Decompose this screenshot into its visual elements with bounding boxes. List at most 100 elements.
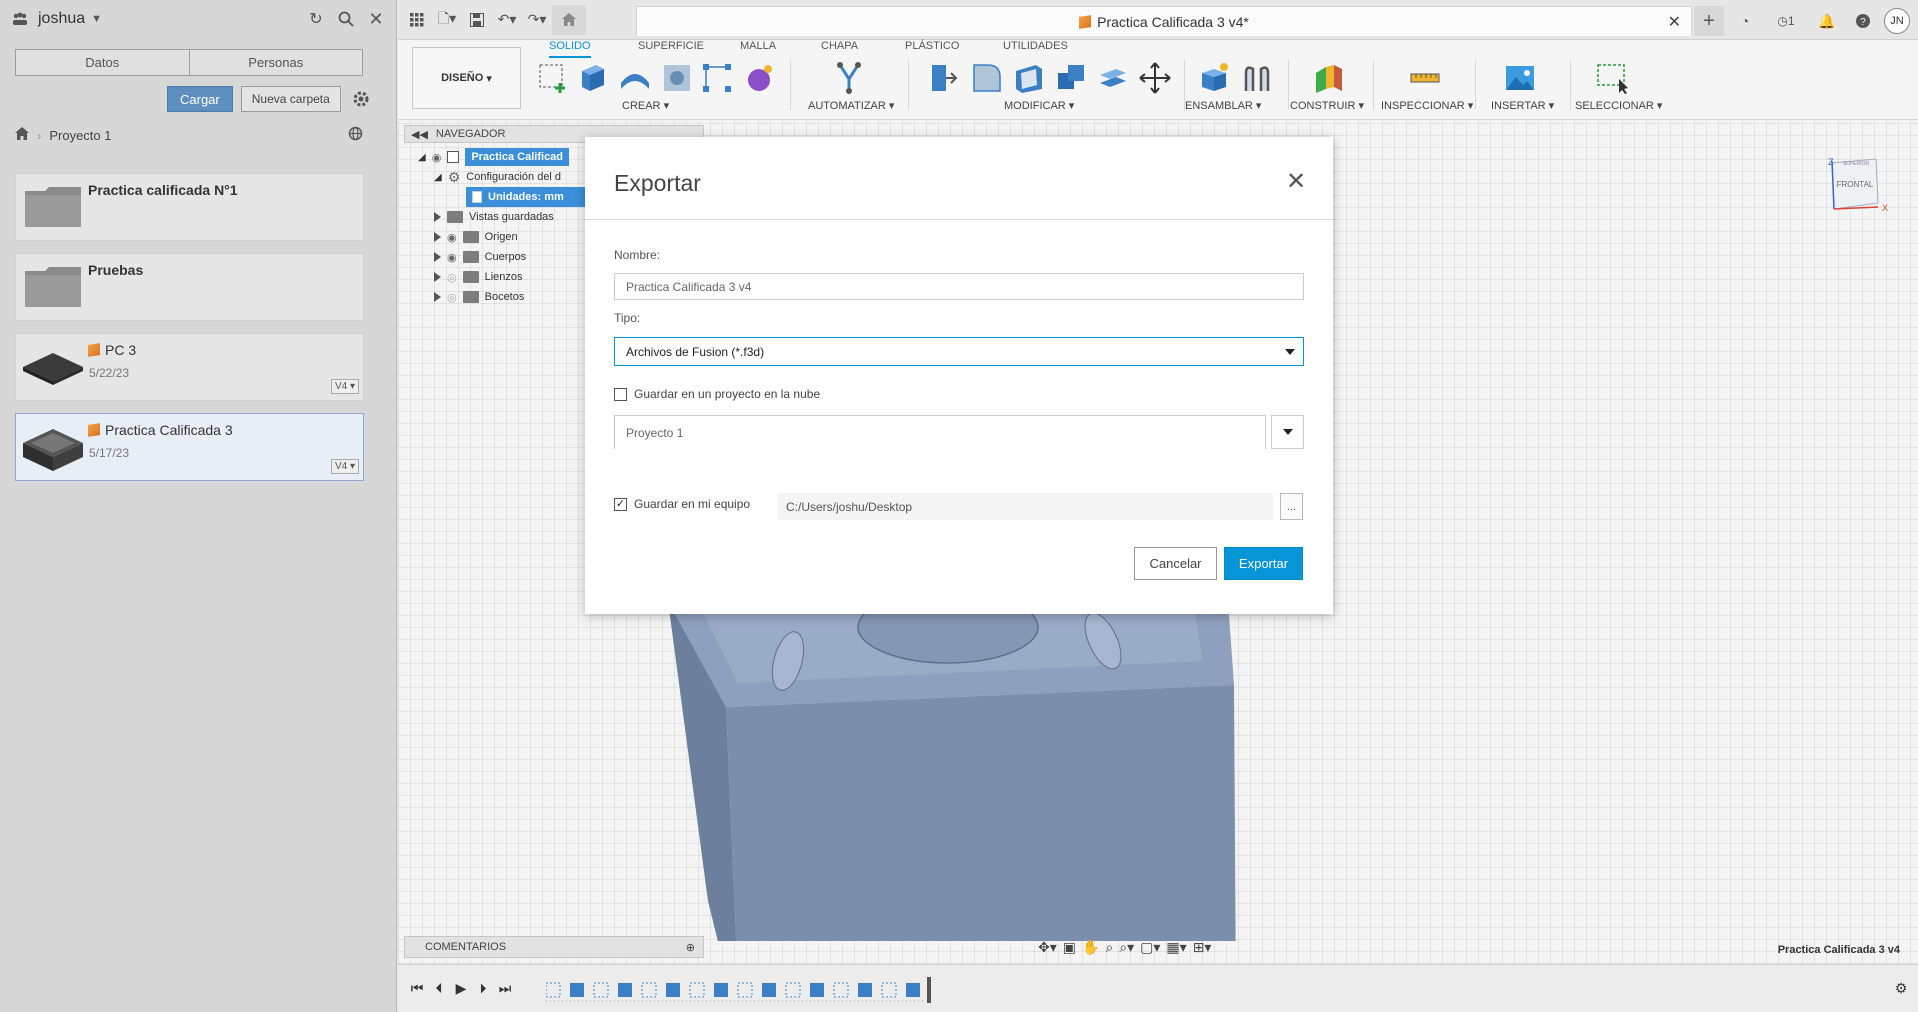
cloud-project-dropdown[interactable] <box>1271 415 1304 449</box>
create-sketch-icon[interactable] <box>536 61 570 95</box>
press-pull-icon[interactable] <box>926 61 960 95</box>
expand-triangle-icon[interactable] <box>434 232 441 242</box>
group-crear[interactable]: CREAR ▾ <box>622 99 669 112</box>
eye-icon[interactable]: ◉ <box>447 251 457 264</box>
play-icon[interactable]: ▶ <box>452 979 470 997</box>
list-item[interactable]: Pruebas <box>15 253 364 321</box>
zoom-icon[interactable]: ⌕ <box>1105 939 1113 956</box>
workspace-switcher[interactable]: DISEÑO ▾ <box>412 47 521 109</box>
nav-root-row[interactable]: ◢ ◉ Practica Calificad <box>418 147 570 167</box>
expanded-triangle-icon[interactable]: ◢ <box>434 172 442 183</box>
tab-plastico[interactable]: PLÁSTICO <box>905 40 959 58</box>
extrude-icon[interactable] <box>576 61 610 95</box>
tab-superficie[interactable]: SUPERFICIE <box>638 40 704 58</box>
move-icon[interactable] <box>1138 61 1172 95</box>
offset-plane-icon[interactable] <box>1312 61 1346 95</box>
expanded-triangle-icon[interactable]: ◢ <box>418 152 426 163</box>
group-construir[interactable]: CONSTRUIR ▾ <box>1290 99 1364 112</box>
group-automatizar[interactable]: AUTOMATIZAR ▾ <box>808 99 894 112</box>
eye-icon[interactable]: ◉ <box>432 151 442 164</box>
local-save-checkbox[interactable]: ✓ <box>614 497 627 511</box>
extensions-icon[interactable]: ◔ <box>1730 6 1760 36</box>
model-body[interactable] <box>648 601 1248 941</box>
help-icon[interactable]: ? <box>1848 6 1878 36</box>
home-tab-icon[interactable] <box>552 4 586 35</box>
revolve-icon[interactable] <box>618 61 652 95</box>
orbit-icon[interactable]: ✥▾ <box>1038 939 1057 956</box>
step-back-icon[interactable]: ⏴ <box>430 979 448 997</box>
close-tab-icon[interactable]: ✕ <box>1668 12 1681 32</box>
group-ensamblar[interactable]: ENSAMBLAR ▾ <box>1185 99 1261 112</box>
group-inspeccionar[interactable]: INSPECCIONAR ▾ <box>1381 99 1473 112</box>
create-form-icon[interactable] <box>742 61 776 95</box>
viewports-icon[interactable]: ⊞▾ <box>1193 939 1212 956</box>
close-icon[interactable]: ✕ <box>1285 170 1307 194</box>
group-modificar[interactable]: MODIFICAR ▾ <box>1004 99 1074 112</box>
chevron-down-icon[interactable]: ▼ <box>91 13 102 25</box>
cancel-button[interactable]: Cancelar <box>1134 547 1217 580</box>
nav-row[interactable]: Vistas guardadas <box>434 207 554 227</box>
fit-icon[interactable]: ⌕▾ <box>1119 939 1134 956</box>
globe-settings-icon[interactable] <box>348 126 363 144</box>
display-settings-icon[interactable]: ▢▾ <box>1140 939 1160 956</box>
tab-personas[interactable]: Personas <box>188 50 362 75</box>
hole-icon[interactable] <box>660 61 694 95</box>
tab-malla[interactable]: MALLA <box>740 40 776 58</box>
version-dropdown[interactable]: V4 ▾ <box>330 379 359 394</box>
add-comment-icon[interactable]: ⊕ <box>686 941 695 954</box>
file-menu-icon[interactable]: 🗋▾ <box>432 5 462 35</box>
step-forward-icon[interactable]: ⏵ <box>474 979 492 997</box>
measure-icon[interactable] <box>1408 61 1442 95</box>
eye-hidden-icon[interactable]: ◎ <box>447 291 457 304</box>
tab-chapa[interactable]: CHAPA <box>821 40 858 58</box>
nav-row[interactable]: ◎ Lienzos <box>434 267 523 287</box>
expand-triangle-icon[interactable] <box>434 212 441 222</box>
upload-button[interactable]: Cargar <box>167 86 233 112</box>
list-item[interactable]: Practica Calificada 3 5/17/23 V4 ▾ <box>15 413 364 481</box>
timeline-settings-icon[interactable]: ⚙ <box>1892 979 1910 997</box>
select-box-icon[interactable] <box>1595 61 1629 95</box>
undo-icon[interactable]: ↶▾ <box>492 5 522 35</box>
name-input[interactable]: Practica Calificada 3 v4 <box>614 273 1304 300</box>
nav-config-row[interactable]: ◢ ⚙ Configuración del d <box>434 167 561 187</box>
cloud-project-field[interactable]: Proyecto 1 <box>614 415 1266 449</box>
combine-icon[interactable] <box>1054 61 1088 95</box>
close-icon[interactable]: ✕ <box>364 7 388 31</box>
group-seleccionar[interactable]: SELECCIONAR ▾ <box>1575 99 1662 112</box>
new-tab-icon[interactable]: + <box>1694 6 1724 36</box>
browse-button[interactable]: ... <box>1280 493 1303 520</box>
list-item[interactable]: PC 3 5/22/23 V4 ▾ <box>15 333 364 401</box>
expand-triangle-icon[interactable] <box>434 292 441 302</box>
avatar[interactable]: JN <box>1884 8 1910 34</box>
document-tab[interactable]: Practica Calificada 3 v4* ✕ <box>636 6 1692 36</box>
tab-utilidades[interactable]: UTILIDADES <box>1003 40 1068 58</box>
expand-triangle-icon[interactable] <box>434 272 441 282</box>
expand-triangle-icon[interactable] <box>434 252 441 262</box>
local-path-field[interactable]: C:/Users/joshu/Desktop <box>778 493 1273 520</box>
new-component-icon[interactable] <box>1198 61 1232 95</box>
bell-icon[interactable]: 🔔 <box>1812 6 1842 36</box>
fillet-icon[interactable] <box>970 61 1004 95</box>
comments-panel[interactable]: COMENTARIOS ⊕ <box>404 936 704 958</box>
insert-image-icon[interactable] <box>1503 61 1537 95</box>
group-insertar[interactable]: INSERTAR ▾ <box>1491 99 1554 112</box>
nav-row[interactable]: ◎ Bocetos <box>434 287 524 307</box>
pan-icon[interactable]: ✋ <box>1082 939 1099 956</box>
search-icon[interactable] <box>334 7 358 31</box>
nav-row[interactable]: ◉ Origen <box>434 227 518 247</box>
shell-icon[interactable] <box>1012 61 1046 95</box>
nav-row[interactable]: ◉ Cuerpos <box>434 247 526 267</box>
breadcrumb-project[interactable]: Proyecto 1 <box>49 128 111 143</box>
collapse-icon[interactable]: ◀◀ <box>411 128 428 141</box>
home-icon[interactable] <box>15 127 29 143</box>
save-icon[interactable] <box>462 5 492 35</box>
refresh-icon[interactable]: ↻ <box>304 7 328 31</box>
pattern-icon[interactable] <box>700 61 734 95</box>
team-icon[interactable] <box>8 7 32 31</box>
user-name[interactable]: joshua <box>38 10 85 28</box>
job-status-icon[interactable]: ◷ 1 <box>1766 6 1806 36</box>
new-folder-button[interactable]: Nueva carpeta <box>240 86 341 112</box>
look-at-icon[interactable]: ▣ <box>1063 939 1076 956</box>
cloud-save-option[interactable]: Guardar en un proyecto en la nube <box>614 387 820 401</box>
go-to-start-icon[interactable]: ⏮ <box>408 979 426 997</box>
